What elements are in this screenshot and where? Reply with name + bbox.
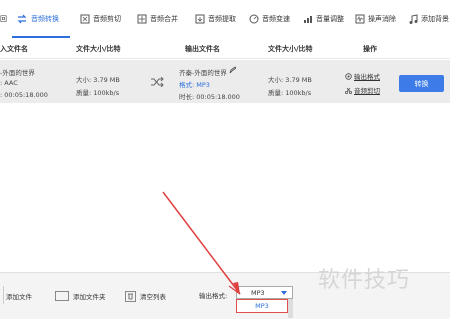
output-format-selected: MP3 (251, 288, 265, 297)
convert-icon (17, 14, 27, 24)
toolbar-item-noise-removal[interactable]: 操声消除 (355, 0, 396, 38)
output-duration: 时长: 00:05:18.000 (179, 93, 240, 101)
header-input-name: 入文件名 (0, 45, 28, 53)
speed-icon (249, 14, 259, 24)
toolbar-item-label: 操声消除 (368, 15, 396, 23)
input-quality: 质量: 100kb/s (76, 89, 120, 97)
format-option-label: MP3 (255, 302, 269, 310)
audio-cut-link-label: 音频剪切 (354, 87, 380, 95)
extract-icon (195, 14, 205, 24)
output-format-label: 格式: (179, 81, 195, 89)
chevron-down-icon (281, 291, 287, 295)
toolbar-item-audio-extract[interactable]: 音频提取 (195, 0, 236, 38)
toolbar-item-home[interactable]: 回 (0, 0, 7, 38)
output-size: 大小: 3.79 MB (268, 76, 312, 84)
clear-list-label: 清空列表 (140, 293, 166, 301)
noise-icon (355, 14, 365, 24)
toolbar-item-audio-speed[interactable]: 音频变速 (249, 0, 290, 38)
folder-icon (55, 291, 69, 301)
toolbar: 回 音频转换 音频剪切 音频合并 音频提取 音频变速 音量调整 操声消除 添加背… (0, 0, 450, 39)
header-output-name: 输出文件名 (185, 45, 220, 53)
toolbar-item-label: 添加背景 (421, 15, 449, 23)
toolbar-item-label: 音频剪切 (93, 15, 121, 23)
scissors-icon (345, 87, 352, 94)
toolbar-item-audio-merge[interactable]: 音频合并 (137, 0, 178, 38)
header-output-size: 文件大小/比特 (268, 45, 313, 53)
toolbar-item-label: 音频转换 (31, 15, 59, 23)
input-duration: : 00:05:18.000 (0, 91, 48, 99)
convert-button[interactable]: 转换 (399, 75, 444, 92)
output-format-value: MP3 (196, 81, 210, 89)
cut-icon (80, 14, 90, 24)
shuffle-icon (151, 77, 164, 87)
output-format-label: 输出格式: (199, 292, 228, 300)
clear-list-button[interactable]: 清空列表 (125, 289, 166, 303)
merge-icon (137, 14, 147, 24)
toolbar-item-volume[interactable]: 音量调整 (303, 0, 344, 38)
input-size: 大小: 3.79 MB (76, 76, 120, 84)
add-file-label: 添加文件 (6, 293, 32, 301)
edit-icon[interactable] (229, 66, 236, 74)
add-folder-label: 添加文件夹 (73, 293, 106, 301)
toolbar-item-label: 音量调整 (316, 15, 344, 23)
toolbar-item-audio-cut[interactable]: 音频剪切 (80, 0, 121, 38)
format-option-mp3[interactable]: MP3 (236, 299, 288, 313)
toolbar-item-audio-convert[interactable]: 音频转换 (16, 0, 59, 38)
input-title: -外面的世界 (0, 69, 35, 77)
table-header: 入文件名 文件大小/比特 输出文件名 文件大小/比特 操作 (0, 38, 450, 59)
divider (3, 286, 4, 304)
file-list-area (0, 104, 450, 272)
toolbar-item-label: 音频提取 (208, 15, 236, 23)
output-format-link[interactable]: 输出格式 (345, 71, 380, 81)
dropdown-scrollbar[interactable] (288, 299, 293, 318)
output-format-link-label: 输出格式 (354, 73, 380, 81)
output-title: 齐秦-外面的世界 (179, 69, 227, 77)
add-file-button[interactable]: 添加文件 (6, 289, 32, 303)
toolbar-item-label: 音频变速 (262, 15, 290, 23)
toolbar-item-add-background[interactable]: 添加背景 (408, 0, 449, 38)
trash-icon (125, 290, 136, 302)
header-input-size: 文件大小/比特 (76, 45, 121, 53)
settings-icon (345, 72, 352, 80)
toolbar-item-label: 音频合并 (150, 15, 178, 23)
header-actions: 操作 (363, 45, 377, 53)
audio-cut-link[interactable]: 音频剪切 (345, 85, 380, 95)
volume-icon (304, 16, 312, 23)
output-format-select[interactable]: MP3 (236, 286, 293, 299)
output-format: 格式: MP3 (179, 79, 210, 89)
toolbar-item-label: 回 (0, 15, 7, 23)
music-icon (409, 13, 418, 24)
add-folder-button[interactable]: 添加文件夹 (55, 289, 106, 303)
watermark: 软件技巧 (318, 268, 411, 293)
input-format: : AAC (0, 79, 18, 87)
output-quality: 质量: 100kb/s (268, 89, 312, 97)
